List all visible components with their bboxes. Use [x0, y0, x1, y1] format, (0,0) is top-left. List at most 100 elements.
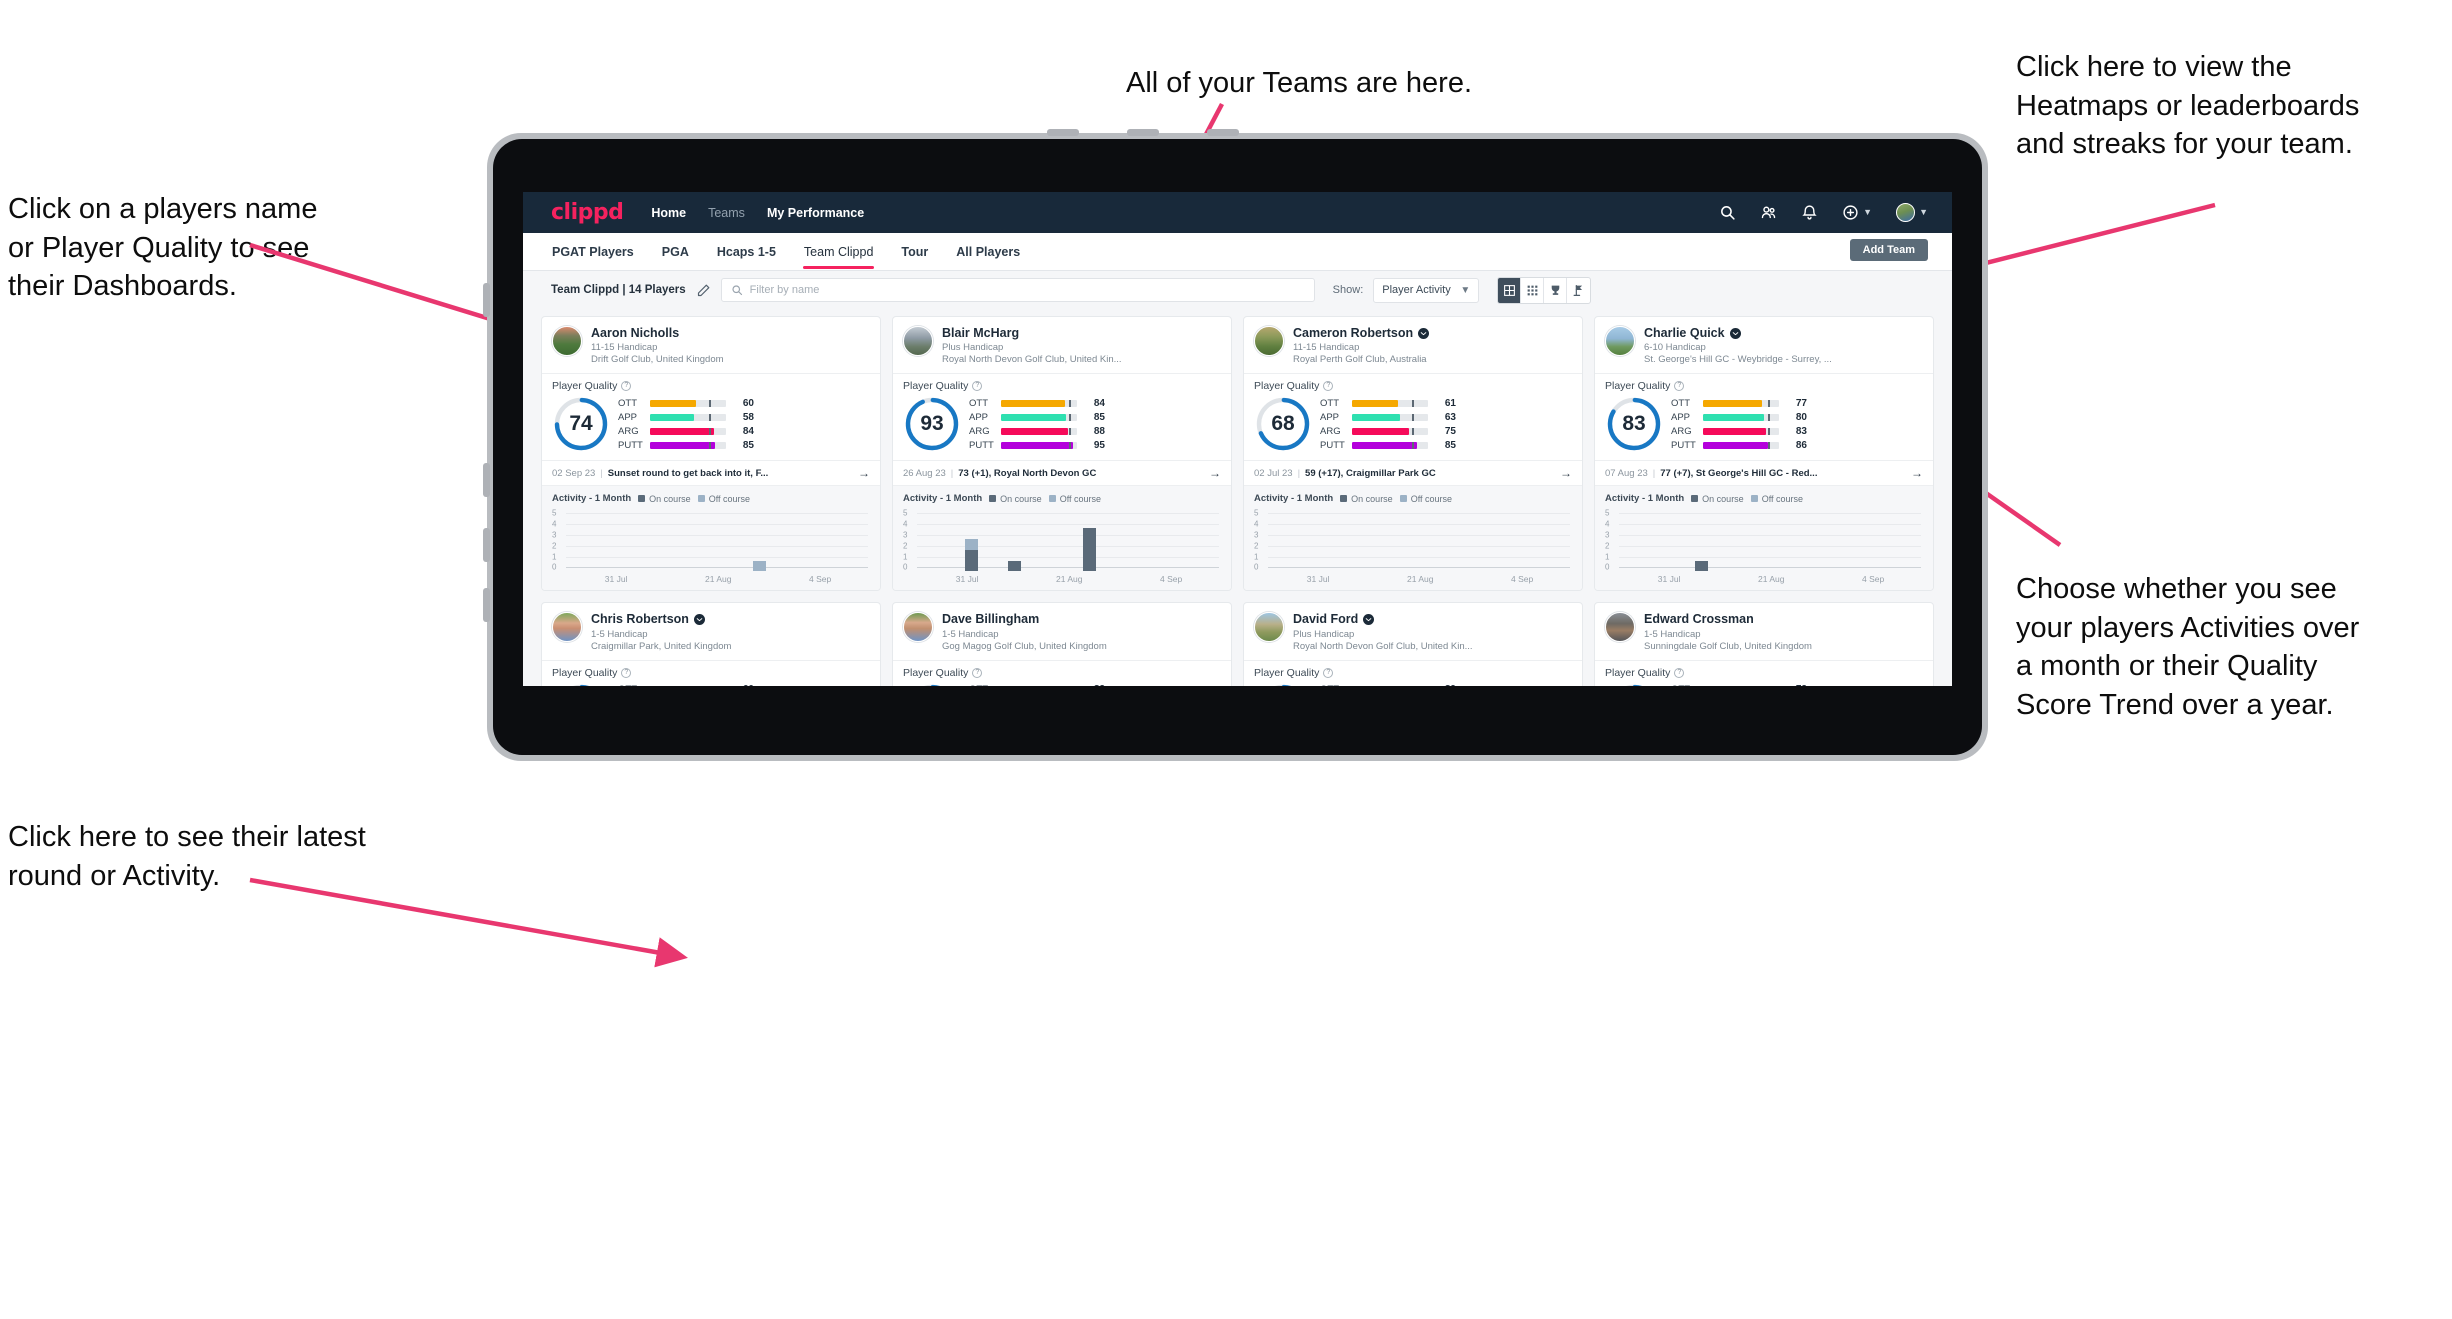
player-header[interactable]: Dave Billingham 1-5 Handicap Gog Magog G… — [893, 603, 1231, 659]
annotation-heatmaps: Click here to view the Heatmaps or leade… — [2016, 51, 2360, 161]
volume-button-1[interactable] — [1047, 129, 1079, 136]
tab-pga[interactable]: PGA — [661, 236, 690, 268]
avatar[interactable] — [1896, 203, 1916, 222]
help-icon[interactable]: ? — [1674, 381, 1685, 392]
avatar[interactable] — [1605, 326, 1635, 356]
metric-value: 75 — [1444, 425, 1456, 437]
nav-item-teams[interactable]: Teams — [708, 206, 745, 220]
player-header[interactable]: Blair McHarg Plus Handicap Royal North D… — [893, 317, 1231, 373]
player-name[interactable]: Chris Robertson — [591, 612, 689, 626]
user-menu[interactable]: ▼ — [1896, 203, 1928, 222]
player-header[interactable]: Aaron Nicholls 11-15 Handicap Drift Golf… — [542, 317, 880, 373]
latest-round-row[interactable]: 07 Aug 23 | 77 (+7), St George's Hill GC… — [1595, 460, 1933, 485]
help-icon[interactable]: ? — [621, 667, 632, 678]
avatar[interactable] — [1254, 326, 1284, 356]
player-card[interactable]: Dave Billingham 1-5 Handicap Gog Magog G… — [892, 602, 1232, 686]
player-quality-section[interactable]: Player Quality ? 74 OTT 60 APP 58 ARG 84… — [542, 373, 880, 460]
help-icon[interactable]: ? — [1323, 667, 1334, 678]
latest-round-row[interactable]: 02 Sep 23 | Sunset round to get back int… — [542, 460, 880, 485]
help-icon[interactable]: ? — [972, 667, 983, 678]
player-name[interactable]: Blair McHarg — [942, 326, 1019, 340]
search-icon[interactable] — [1719, 204, 1736, 221]
player-card[interactable]: Aaron Nicholls 11-15 Handicap Drift Golf… — [541, 316, 881, 592]
avatar[interactable] — [552, 612, 582, 643]
activity-section: Activity - 1 Month On course Off course … — [893, 485, 1231, 591]
player-header[interactable]: Cameron Robertson 11-15 Handicap Royal P… — [1244, 317, 1582, 373]
player-name[interactable]: David Ford — [1293, 612, 1358, 626]
trophy-icon[interactable] — [1544, 277, 1568, 303]
player-quality-section[interactable]: Player Quality ? 93 OTT 84 APP 85 ARG 88… — [893, 373, 1231, 460]
chart-bars — [1268, 509, 1570, 571]
search-input[interactable]: Filter by name — [720, 278, 1315, 302]
player-quality-section[interactable]: Player Quality ? 87 OTT 73 A — [1595, 659, 1933, 686]
arrow-right-icon[interactable]: → — [1209, 467, 1221, 479]
tab-hcaps-1-5[interactable]: Hcaps 1-5 — [716, 236, 777, 268]
metric-row: PUTT 85 — [1320, 440, 1572, 451]
people-icon[interactable] — [1760, 204, 1777, 221]
player-card[interactable]: David Ford Plus Handicap Royal North Dev… — [1243, 602, 1583, 686]
volume-button-2[interactable] — [1127, 129, 1159, 136]
player-quality-section[interactable]: Player Quality ? 82 OTT 60 A — [542, 659, 880, 686]
latest-round-row[interactable]: 26 Aug 23 | 73 (+1), Royal North Devon G… — [893, 460, 1231, 485]
player-name[interactable]: Cameron Robertson — [1293, 326, 1413, 340]
tab-pgat-players[interactable]: PGAT Players — [551, 236, 635, 268]
nav-item-home[interactable]: Home — [651, 206, 686, 220]
arrow-right-icon[interactable]: → — [1560, 467, 1572, 479]
add-team-button[interactable]: Add Team — [1849, 239, 1928, 261]
flag-pin-icon[interactable] — [1567, 278, 1590, 303]
create-menu[interactable]: ▼ — [1842, 204, 1872, 221]
avatar[interactable] — [552, 326, 582, 356]
tab-all-players[interactable]: All Players — [955, 236, 1021, 268]
latest-round-row[interactable]: 02 Jul 23 | 59 (+17), Craigmillar Park G… — [1244, 460, 1582, 485]
help-icon[interactable]: ? — [1323, 381, 1334, 392]
help-icon[interactable]: ? — [621, 381, 632, 392]
player-name[interactable]: Aaron Nicholls — [591, 326, 679, 340]
player-quality-section[interactable]: Player Quality ? 68 OTT 61 APP 63 ARG 75… — [1244, 373, 1582, 460]
side-button-2[interactable] — [483, 463, 490, 497]
metric-value: 73 — [1784, 684, 1807, 686]
player-card[interactable]: Chris Robertson 1-5 Handicap Craigmillar… — [541, 602, 881, 686]
arrow-right-icon[interactable]: → — [1911, 467, 1923, 479]
grid-dense-icon[interactable] — [1521, 277, 1545, 303]
player-header[interactable]: Charlie Quick 6-10 Handicap St. George's… — [1595, 317, 1933, 373]
avatar[interactable] — [1254, 612, 1284, 643]
help-icon[interactable]: ? — [972, 381, 983, 392]
player-card[interactable]: Edward Crossman 1-5 Handicap Sunningdale… — [1594, 602, 1934, 686]
x-axis-label: 4 Sep — [1160, 574, 1183, 585]
player-header[interactable]: Chris Robertson 1-5 Handicap Craigmillar… — [542, 603, 880, 659]
grid-large-icon[interactable] — [1498, 277, 1522, 303]
avatar[interactable] — [903, 612, 933, 643]
player-quality-section[interactable]: Player Quality ? 87 OTT 82 A — [893, 659, 1231, 686]
side-button-3[interactable] — [483, 528, 490, 562]
clippd-logo[interactable]: clippd — [551, 200, 624, 225]
plus-circle-icon[interactable] — [1842, 204, 1859, 221]
volume-button-3[interactable] — [1207, 129, 1239, 136]
bell-icon[interactable] — [1801, 204, 1818, 221]
arrow-right-icon[interactable]: → — [858, 467, 870, 479]
side-button-4[interactable] — [483, 588, 490, 622]
player-name[interactable]: Dave Billingham — [942, 612, 1039, 626]
round-date: 02 Jul 23 — [1254, 467, 1293, 479]
avatar[interactable] — [1605, 612, 1635, 643]
metric-row: OTT 61 — [1320, 398, 1572, 409]
metric-row: OTT 82 — [969, 684, 1221, 686]
player-quality-section[interactable]: Player Quality ? 83 OTT 77 APP 80 ARG 83… — [1595, 373, 1933, 460]
avatar[interactable] — [903, 326, 933, 356]
metric-label: PUTT — [969, 439, 994, 451]
pencil-icon[interactable] — [696, 283, 711, 298]
help-icon[interactable]: ? — [1674, 667, 1685, 678]
tab-tour[interactable]: Tour — [900, 236, 929, 268]
player-name[interactable]: Charlie Quick — [1644, 326, 1725, 340]
tab-team-clippd[interactable]: Team Clippd — [802, 236, 875, 269]
player-header[interactable]: Edward Crossman 1-5 Handicap Sunningdale… — [1595, 603, 1933, 659]
legend-on-course: On course — [1340, 494, 1393, 504]
player-card[interactable]: Blair McHarg Plus Handicap Royal North D… — [892, 316, 1232, 592]
player-card[interactable]: Charlie Quick 6-10 Handicap St. George's… — [1594, 316, 1934, 592]
player-name[interactable]: Edward Crossman — [1644, 612, 1754, 626]
show-dropdown[interactable]: Player Activity ▼ — [1373, 277, 1480, 303]
player-card[interactable]: Cameron Robertson 11-15 Handicap Royal P… — [1243, 316, 1583, 592]
side-button-1[interactable] — [483, 283, 490, 317]
player-header[interactable]: David Ford Plus Handicap Royal North Dev… — [1244, 603, 1582, 659]
player-quality-section[interactable]: Player Quality ? 85 OTT 89 A — [1244, 659, 1582, 686]
nav-item-my-performance[interactable]: My Performance — [767, 206, 864, 220]
